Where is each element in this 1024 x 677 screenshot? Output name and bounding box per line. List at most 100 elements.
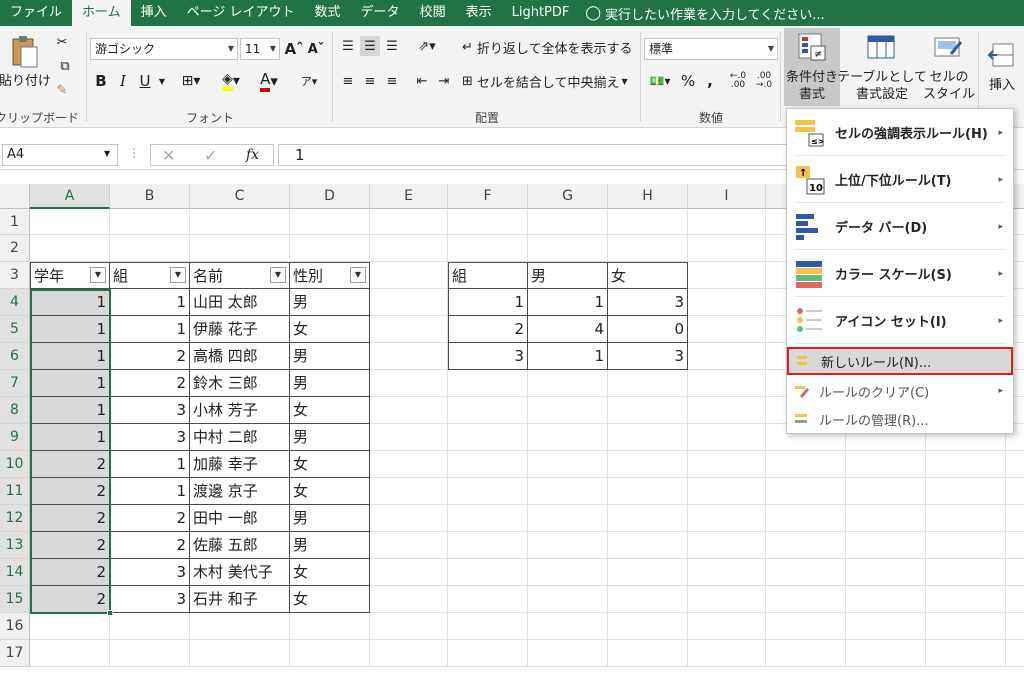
tab-lightpdf[interactable]: LightPDF [502,0,580,26]
cell[interactable] [926,451,1006,478]
table-cell[interactable]: 伊藤 花子 [190,316,290,343]
cell[interactable] [528,478,608,505]
cell[interactable] [528,559,608,586]
cell[interactable] [766,559,846,586]
row-header[interactable]: 1 [0,209,30,235]
table-cell[interactable]: 鈴木 三郎 [190,370,290,397]
table-cell[interactable]: 1 [110,478,190,505]
cancel-icon[interactable]: ✕ [162,146,175,165]
menu-item-data-bar[interactable]: データ バー(D) ▸ [787,203,1013,250]
increase-decimal-icon[interactable]: ←.0.00 [726,70,750,92]
table-cell[interactable]: 木村 美代子 [190,559,290,586]
format-as-table-button[interactable]: テーブルとして 書式設定 [837,28,927,106]
tell-me-box[interactable]: ◯ 実行したい作業を入力してください... [579,4,824,23]
cell[interactable] [1006,613,1024,640]
formula-input[interactable]: 1 [278,144,798,166]
cell[interactable] [846,505,926,532]
cell[interactable] [528,586,608,613]
table-cell[interactable]: 女 [290,451,370,478]
column-header[interactable]: B [110,184,190,209]
cell[interactable] [290,613,370,640]
menu-item-clear-rules[interactable]: ルールのクリア(C) ▸ [787,377,1013,405]
align-middle-icon[interactable]: ☰ [360,36,380,56]
table-cell[interactable]: 0 [608,316,688,343]
cell[interactable] [688,316,766,343]
cell[interactable] [688,235,766,262]
decrease-indent-icon[interactable]: ⇤ [412,70,432,92]
font-size-select[interactable]: 11 ▼ [240,38,280,60]
cell[interactable] [528,370,608,397]
cell[interactable] [608,424,688,451]
insert-function-icon[interactable]: fx [246,147,259,163]
cell[interactable] [688,262,766,289]
table-cell[interactable]: 2 [30,505,110,532]
table-cell[interactable]: 2 [110,505,190,532]
tab-insert[interactable]: 挿入 [131,0,177,26]
cell[interactable] [448,370,528,397]
row-header[interactable]: 15 [0,586,30,613]
cell[interactable] [370,613,448,640]
table-cell[interactable]: 1 [528,289,608,316]
table-cell[interactable]: 1 [528,343,608,370]
cell[interactable] [608,559,688,586]
cell[interactable] [448,559,528,586]
cell[interactable] [370,289,448,316]
cut-icon[interactable]: ✂ [52,32,72,52]
cell[interactable] [846,613,926,640]
table-cell[interactable]: 3 [110,586,190,613]
table-cell[interactable]: 2 [30,559,110,586]
phonetic-icon[interactable]: ア▾ [296,70,322,92]
cell[interactable] [30,209,110,235]
table-cell[interactable]: 1 [110,451,190,478]
cell[interactable] [448,451,528,478]
cell[interactable] [370,559,448,586]
cell[interactable] [448,478,528,505]
number-format-select[interactable]: 標準 ▼ [644,38,778,60]
cell[interactable] [1006,451,1024,478]
cell[interactable] [370,640,448,667]
cell[interactable] [448,209,528,235]
table-cell[interactable]: 3 [608,343,688,370]
table-header-cell[interactable]: 女 [608,262,688,289]
table-cell[interactable]: 男 [290,343,370,370]
cell[interactable] [608,451,688,478]
table-cell[interactable]: 1 [30,316,110,343]
filter-dropdown-icon[interactable]: ▼ [170,267,186,283]
cell[interactable] [688,532,766,559]
cell[interactable] [190,235,290,262]
row-header[interactable]: 10 [0,451,30,478]
shrink-font-icon[interactable]: Aˇ [306,38,326,60]
table-cell[interactable]: 3 [110,397,190,424]
column-header[interactable]: G [528,184,608,209]
cell[interactable] [290,235,370,262]
percent-icon[interactable]: % [678,70,698,92]
row-header[interactable]: 6 [0,343,30,370]
table-cell[interactable]: 渡邊 京子 [190,478,290,505]
row-header[interactable]: 14 [0,559,30,586]
cell[interactable] [766,451,846,478]
cell[interactable] [448,235,528,262]
cell[interactable] [30,613,110,640]
cell[interactable] [688,586,766,613]
cell[interactable] [110,235,190,262]
cell[interactable] [926,586,1006,613]
menu-item-new-rule[interactable]: 新しいルール(N)... [787,347,1013,375]
table-cell[interactable]: 男 [290,370,370,397]
row-header[interactable]: 4 [0,289,30,316]
row-header[interactable]: 16 [0,613,30,640]
cell[interactable] [846,640,926,667]
paste-button[interactable]: 貼り付け [0,70,51,89]
table-cell[interactable]: 2 [30,478,110,505]
table-cell[interactable]: 加藤 幸子 [190,451,290,478]
chevron-down-icon[interactable]: ▼ [156,70,168,92]
cell[interactable] [688,613,766,640]
enter-icon[interactable]: ✓ [204,146,217,165]
cell[interactable] [926,559,1006,586]
bold-button[interactable]: B [92,70,110,92]
cell[interactable] [766,640,846,667]
cell[interactable] [448,505,528,532]
column-header[interactable]: A [30,184,110,209]
table-header-cell[interactable]: 男 [528,262,608,289]
underline-button[interactable]: U [136,70,154,92]
table-cell[interactable]: 女 [290,586,370,613]
